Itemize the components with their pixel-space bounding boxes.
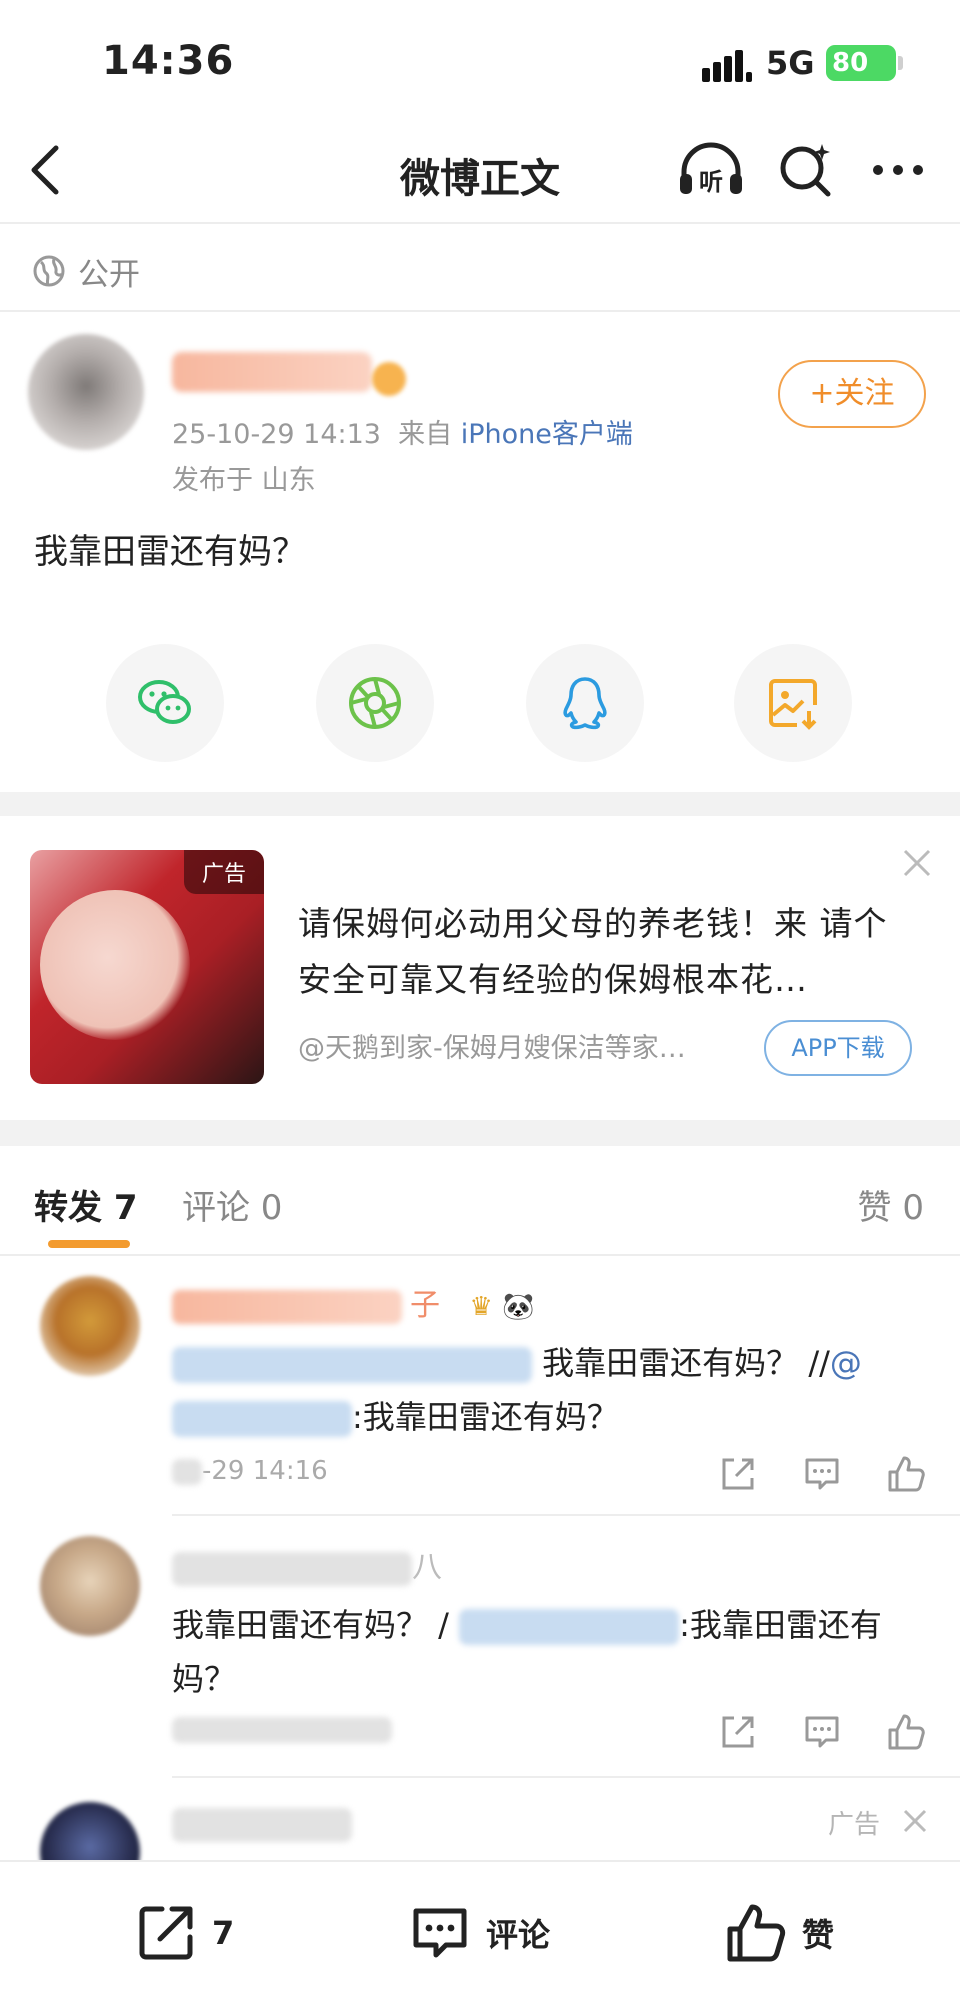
blurred-name <box>172 1289 402 1324</box>
repost-actions <box>718 1454 932 1494</box>
avatar[interactable] <box>40 1276 140 1376</box>
nav-bar: 微博正文 听 <box>0 120 960 220</box>
share-moments-button[interactable] <box>316 644 434 762</box>
comment-icon[interactable] <box>802 1712 842 1752</box>
comment-button[interactable]: 评论 <box>408 1898 550 1968</box>
repost-time-text: -29 14:16 <box>202 1456 328 1486</box>
blurred-mention <box>172 1401 352 1437</box>
save-image-icon <box>769 679 817 730</box>
repost-time <box>172 1714 392 1744</box>
post-source[interactable]: iPhone客户端 <box>461 419 633 450</box>
repost-text-a: 我靠田雷还有妈？ // <box>542 1344 830 1382</box>
share-row <box>0 644 960 764</box>
ad-tag: 广告 <box>183 850 264 894</box>
like-icon[interactable] <box>886 1712 926 1752</box>
crown-badge-icon: ♛ <box>469 1291 493 1322</box>
blurred-date <box>172 1458 202 1485</box>
tab-like[interactable]: 赞 0 <box>858 1180 924 1229</box>
comment-label: 评论 <box>486 1916 551 1954</box>
author-name[interactable] <box>172 352 372 392</box>
name-tail: 八 <box>412 1550 442 1585</box>
qq-icon <box>563 677 607 730</box>
close-icon[interactable] <box>902 1808 928 1834</box>
blurred-date <box>172 1716 392 1743</box>
battery-level: 80 <box>832 48 869 78</box>
ad-text[interactable]: 请保姆何必动用父母的养老钱！来 请个安全可靠又有经验的保姆根本花… <box>298 896 918 1008</box>
blurred-mention <box>459 1609 680 1645</box>
list-item[interactable]: 子 ♛ 🐼 我靠田雷还有妈？ //@ :我靠田雷还有妈？ -29 14:16 <box>0 1256 960 1514</box>
ad-image-content <box>40 890 190 1040</box>
follow-button[interactable]: +关注 <box>778 360 926 428</box>
share-wechat-button[interactable] <box>106 644 224 762</box>
blurred-mention <box>172 1347 532 1383</box>
like-label: 赞 <box>802 1916 835 1954</box>
svg-text:听: 听 <box>699 168 723 196</box>
repost-text: 我靠田雷还有妈？ //@ :我靠田雷还有妈？ <box>172 1336 932 1444</box>
repost-text-b: :我靠田雷还有妈？ <box>352 1398 619 1436</box>
smart-search-icon[interactable] <box>776 140 836 200</box>
post-from: 来自 <box>398 419 453 450</box>
close-icon[interactable] <box>902 848 932 878</box>
repost-actions <box>718 1712 932 1752</box>
mention-link[interactable]: @ <box>830 1344 862 1382</box>
like-icon[interactable] <box>886 1454 926 1494</box>
tab-comment[interactable]: 评论 0 <box>182 1180 282 1229</box>
post-location: 发布于 山东 <box>172 465 316 496</box>
wechat-icon <box>138 680 191 724</box>
blurred-name <box>172 1551 412 1586</box>
avatar[interactable] <box>40 1536 140 1636</box>
divider <box>0 310 960 312</box>
network-type: 5G <box>766 44 815 82</box>
repost-user-name[interactable] <box>172 1806 352 1842</box>
comment-icon[interactable] <box>802 1454 842 1494</box>
share-icon[interactable] <box>718 1712 758 1752</box>
tab-repost[interactable]: 转发 7 <box>34 1180 138 1229</box>
vip-badge-icon <box>372 362 406 396</box>
name-tail: 子 <box>410 1288 440 1323</box>
bottom-action-bar: 7 评论 赞 <box>0 1860 960 2013</box>
blurred-name <box>172 1807 352 1842</box>
more-icon[interactable] <box>868 142 928 198</box>
comment-icon <box>413 1908 467 1958</box>
section-divider <box>0 1120 960 1146</box>
author-avatar[interactable] <box>28 334 144 450</box>
section-divider <box>0 792 960 816</box>
listen-icon[interactable]: 听 <box>676 140 746 200</box>
repost-button[interactable]: 7 <box>134 1898 234 1968</box>
divider <box>0 222 960 224</box>
repost-user-name[interactable]: 八 <box>172 1542 442 1586</box>
repost-text-a: 我靠田雷还有妈？ / <box>172 1606 449 1644</box>
globe-icon <box>33 255 65 287</box>
visibility-text: 公开 <box>78 256 140 293</box>
repost-text: 我靠田雷还有妈？ / :我靠田雷还有妈？ <box>172 1598 932 1706</box>
repost-user-name[interactable]: 子 ♛ 🐼 <box>172 1280 535 1324</box>
active-tab-indicator <box>48 1240 130 1248</box>
post-date: 25-10-29 14:13 <box>172 419 381 450</box>
battery-indicator: 80 <box>826 45 903 81</box>
signal-icon <box>702 50 752 82</box>
ad-source[interactable]: @天鹅到家-保姆月嫂保洁等家… <box>298 1026 748 1065</box>
share-qq-button[interactable] <box>526 644 644 762</box>
list-item[interactable] <box>0 1778 960 1860</box>
app-download-button[interactable]: APP下载 <box>764 1020 912 1076</box>
avatar[interactable] <box>40 1802 140 1860</box>
moments-icon <box>349 677 401 729</box>
repost-count: 7 <box>212 1914 235 1952</box>
like-icon <box>727 1904 786 1962</box>
status-bar: 14:36 5G 80 <box>0 0 960 120</box>
post-content: 我靠田雷还有妈？ <box>34 532 306 572</box>
visibility-label: 公开 <box>32 246 140 296</box>
post-meta: 25-10-29 14:13 来自 iPhone客户端 <box>172 412 633 451</box>
share-icon[interactable] <box>718 1454 758 1494</box>
repost-icon <box>139 1906 193 1960</box>
panda-badge-icon: 🐼 <box>502 1291 535 1322</box>
list-item[interactable]: 八 我靠田雷还有妈？ / :我靠田雷还有妈？ <box>0 1516 960 1776</box>
save-image-button[interactable] <box>734 644 852 762</box>
like-button[interactable]: 赞 <box>724 1898 834 1968</box>
interaction-tabs: 转发 7 评论 0 赞 0 <box>0 1170 960 1256</box>
ad-image[interactable]: 广告 <box>30 850 264 1084</box>
ad-label: 广告 <box>828 1810 881 1840</box>
status-time: 14:36 <box>102 38 235 84</box>
repost-time: -29 14:16 <box>172 1456 328 1486</box>
